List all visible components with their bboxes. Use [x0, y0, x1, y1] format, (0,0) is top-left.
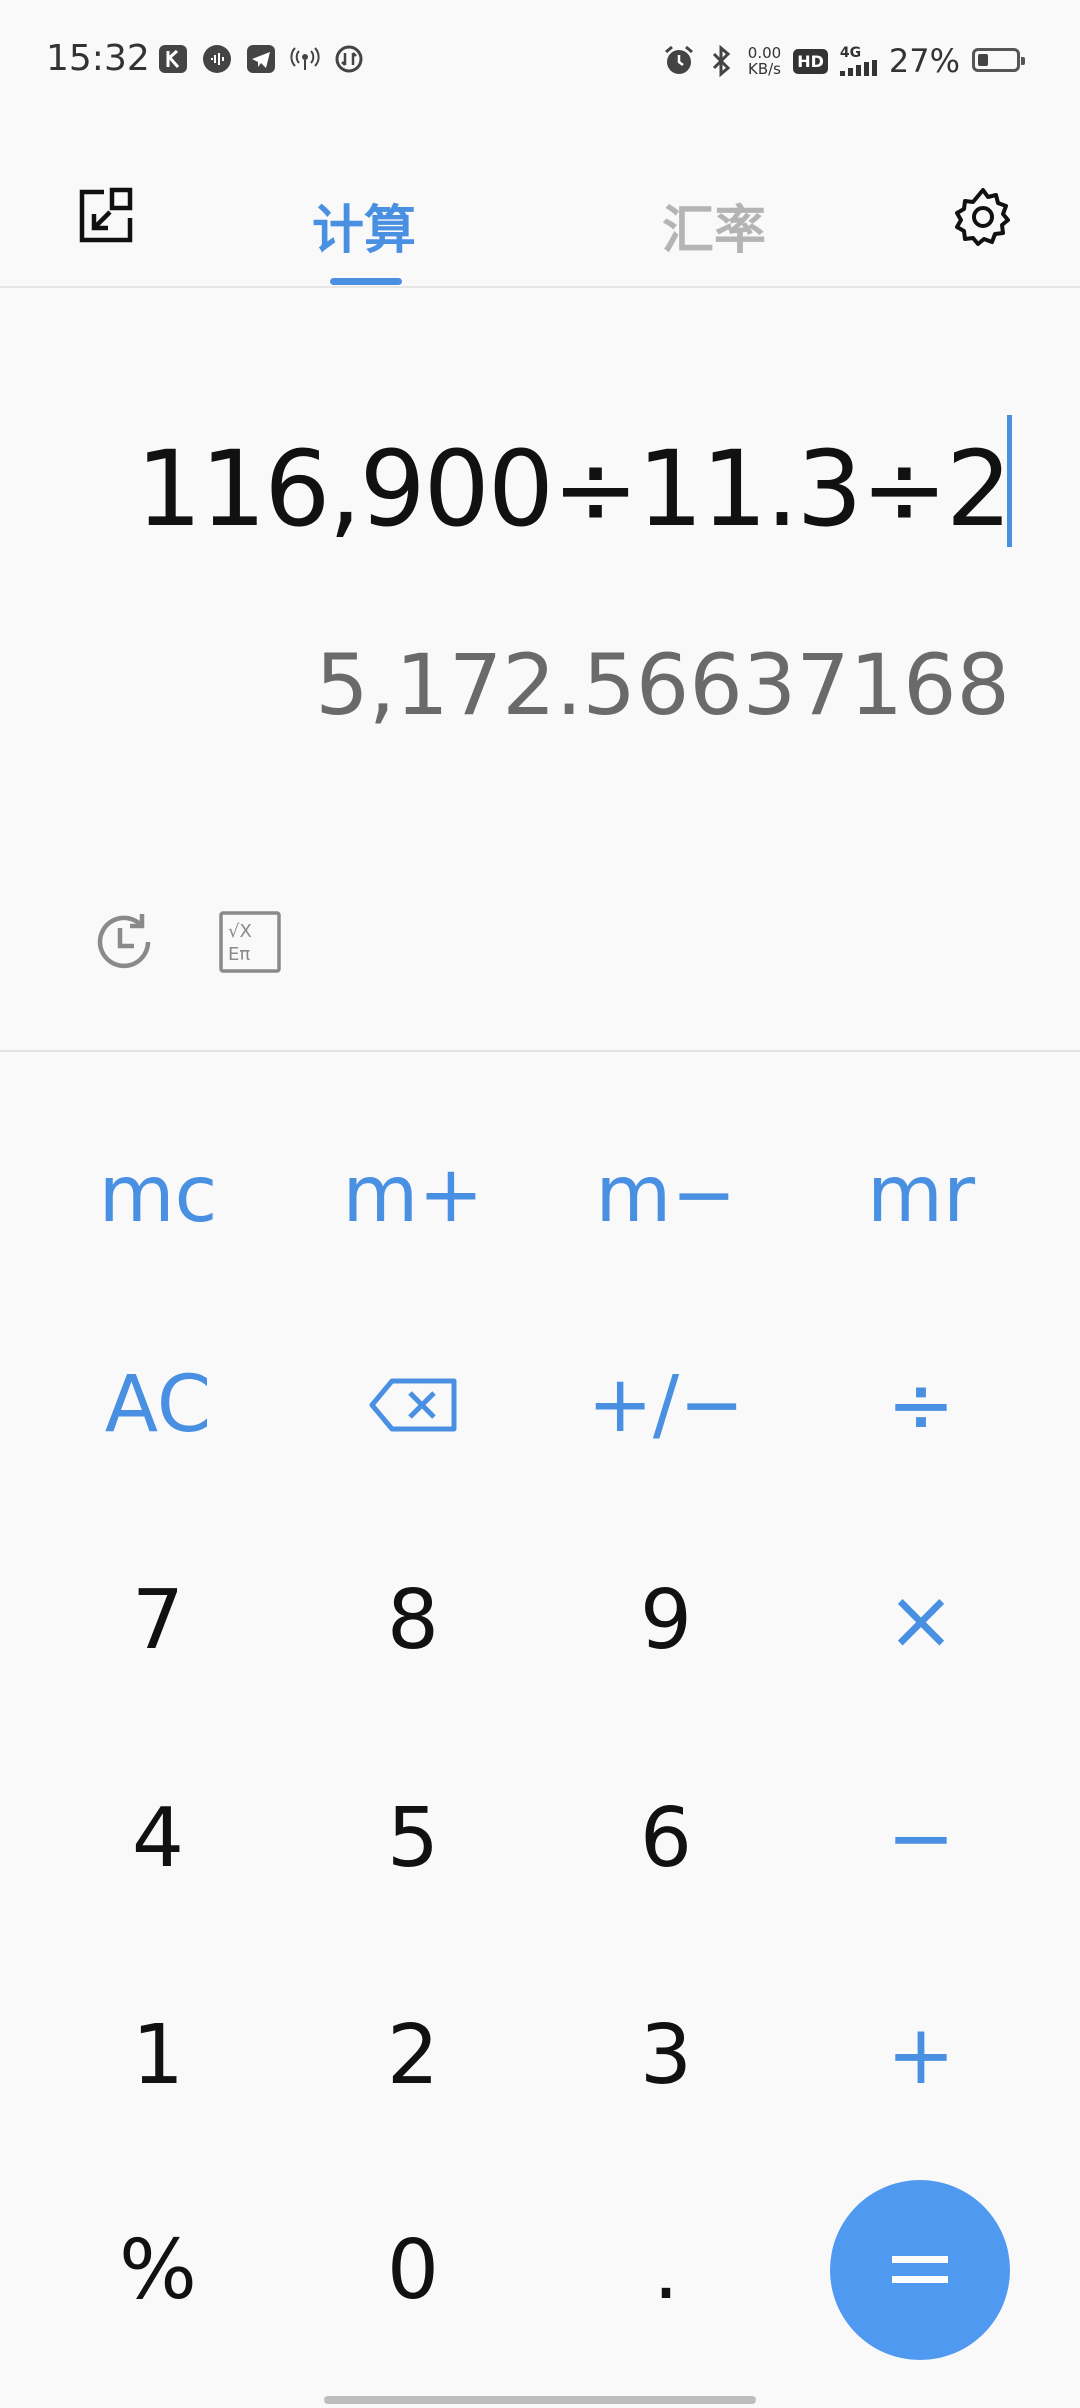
key-4[interactable]: 4	[58, 1763, 258, 1913]
svg-text:√X: √X	[228, 921, 252, 942]
net-speed-unit: KB/s	[748, 60, 781, 78]
key-1[interactable]: 1	[58, 1980, 258, 2130]
key-7[interactable]: 7	[58, 1545, 258, 1695]
status-time: 15:32	[46, 38, 150, 79]
ac-button[interactable]: AC	[58, 1330, 258, 1480]
battery-icon	[972, 48, 1025, 72]
key-3[interactable]: 3	[566, 1980, 766, 2130]
k-app-icon	[158, 44, 188, 74]
status-left-icons	[158, 44, 364, 74]
percent-button[interactable]: %	[58, 2195, 258, 2345]
data-saver-icon	[334, 44, 364, 74]
hd-badge: HD	[793, 48, 828, 74]
telegram-icon	[246, 44, 276, 74]
m-plus-button[interactable]: m+	[313, 1120, 513, 1270]
signal-bars-icon	[839, 60, 877, 76]
floating-window-icon[interactable]	[76, 186, 136, 246]
expression-display[interactable]: 116,900÷11.3÷2	[136, 428, 1012, 550]
history-clock-icon[interactable]	[90, 908, 158, 976]
equals-icon	[892, 2256, 948, 2283]
plus-button[interactable]: +	[821, 1980, 1021, 2130]
podcast-icon	[202, 44, 232, 74]
divide-button[interactable]: ÷	[821, 1330, 1021, 1480]
bluetooth-icon	[712, 44, 731, 78]
backspace-button[interactable]	[313, 1330, 513, 1480]
key-0[interactable]: 0	[313, 2195, 513, 2345]
battery-percent: 27%	[888, 42, 960, 80]
result-display: 5,172.56637168	[315, 636, 1010, 734]
battery-fill	[978, 54, 988, 66]
sign-toggle-button[interactable]: +/−	[566, 1330, 766, 1480]
key-5[interactable]: 5	[313, 1763, 513, 1913]
minus-button[interactable]: −	[821, 1763, 1021, 1913]
key-6[interactable]: 6	[566, 1763, 766, 1913]
key-8[interactable]: 8	[313, 1545, 513, 1695]
scientific-mode-icon[interactable]: √X Eπ	[218, 910, 282, 974]
network-type: 4G	[839, 45, 862, 61]
mr-button[interactable]: mr	[821, 1120, 1021, 1270]
tab-calculate[interactable]: 计算	[312, 188, 416, 263]
signal-indicator: 4G	[839, 45, 877, 76]
m-minus-button[interactable]: m−	[566, 1120, 766, 1270]
mc-button[interactable]: mc	[58, 1120, 258, 1270]
svg-text:Eπ: Eπ	[228, 944, 250, 965]
top-nav: 计算 汇率	[0, 140, 1080, 288]
alarm-icon	[664, 45, 693, 74]
display-keypad-divider	[0, 1050, 1080, 1052]
net-speed-value: 0.00	[747, 44, 782, 62]
multiply-button[interactable]: ×	[821, 1545, 1021, 1695]
text-cursor	[1007, 415, 1012, 547]
status-bar: 15:32 0.00 KB/s HD 4G 27%	[0, 0, 1080, 120]
equals-button[interactable]: =	[830, 2180, 1010, 2360]
tab-exchange-rate[interactable]: 汇率	[662, 188, 766, 263]
backspace-icon	[369, 1378, 457, 1432]
decimal-point-button[interactable]: .	[566, 2195, 766, 2345]
hotspot-icon	[290, 44, 320, 74]
key-9[interactable]: 9	[566, 1545, 766, 1695]
key-2[interactable]: 2	[313, 1980, 513, 2130]
active-tab-indicator	[330, 278, 402, 285]
home-indicator[interactable]	[324, 2396, 756, 2404]
network-speed: 0.00 KB/s	[748, 45, 781, 77]
status-right-group: 0.00 KB/s HD 4G 27%	[662, 42, 960, 80]
settings-gear-icon[interactable]	[952, 186, 1014, 248]
